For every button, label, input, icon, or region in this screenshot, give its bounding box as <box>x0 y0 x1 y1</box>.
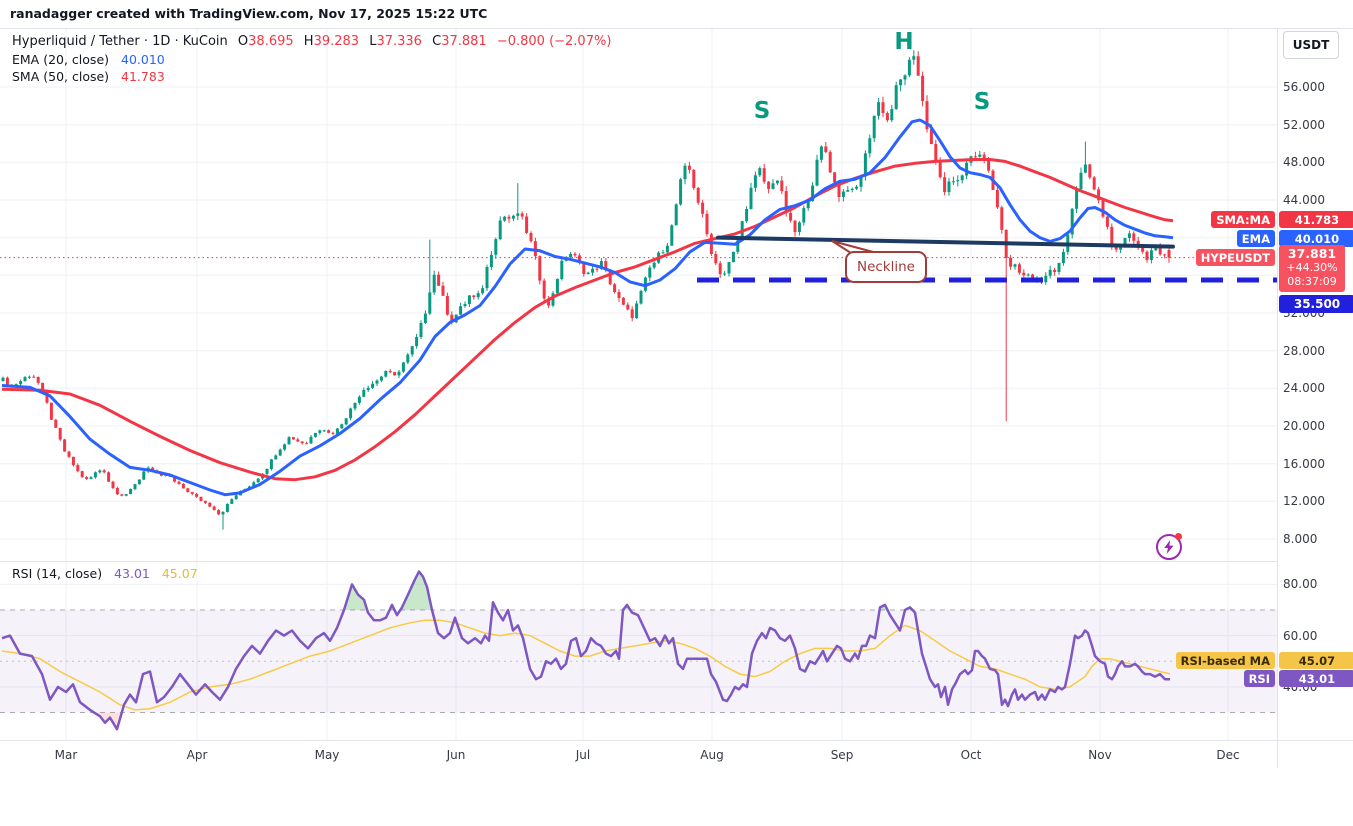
chart-canvas[interactable] <box>0 0 1353 826</box>
time-tick: Sep <box>831 748 854 762</box>
lightning-bolt-icon <box>1163 540 1175 554</box>
time-tick: Aug <box>700 748 723 762</box>
high-label: H <box>304 34 314 49</box>
ema-legend-row[interactable]: EMA (20, close) 40.010 <box>12 52 165 67</box>
symbol-title[interactable]: Hyperliquid / Tether · 1D · KuCoin <box>12 34 228 49</box>
rsi-band <box>0 610 1277 713</box>
time-tick: Nov <box>1088 748 1111 762</box>
price-tick: 24.000 <box>1283 381 1325 395</box>
rsi-label[interactable]: RSI (14, close) <box>12 566 102 581</box>
sma-legend-row[interactable]: SMA (50, close) 41.783 <box>12 69 165 84</box>
attribution-text: ranadagger created with TradingView.com,… <box>10 6 487 21</box>
notification-dot <box>1175 533 1182 540</box>
bar-countdown: 08:37:09 <box>1279 275 1345 289</box>
high-value: 39.283 <box>314 34 360 49</box>
time-tick: Oct <box>961 748 982 762</box>
ema-line[interactable] <box>2 120 1173 495</box>
time-tick: Apr <box>187 748 208 762</box>
axis-left-border <box>1277 28 1278 768</box>
time-tick: Dec <box>1216 748 1239 762</box>
symbol-legend-row[interactable]: Hyperliquid / Tether · 1D · KuCoin O38.6… <box>12 34 611 49</box>
sma-label[interactable]: SMA (50, close) <box>12 69 109 84</box>
footer-bar: TradingView <box>0 768 1353 826</box>
sma-tag-badge: SMA:MA <box>1211 211 1275 228</box>
sma-value: 41.783 <box>121 69 165 84</box>
chart-top-border <box>0 28 1353 29</box>
price-tick: 16.000 <box>1283 457 1325 471</box>
close-value: 37.881 <box>441 34 487 49</box>
pane-separator[interactable] <box>0 561 1277 562</box>
sma-value-badge: 41.783 <box>1279 211 1353 228</box>
time-tick: May <box>315 748 340 762</box>
rsi-tick: 80.00 <box>1283 577 1317 591</box>
time-tick: Jun <box>447 748 466 762</box>
rsi-value-badge: 43.01 <box>1279 670 1353 687</box>
open-value: 38.695 <box>248 34 294 49</box>
last-price-badge: 37.881 +44.30% 08:37:09 <box>1279 245 1345 292</box>
right-shoulder-label[interactable]: S <box>974 89 991 115</box>
neckline-callout[interactable]: Neckline <box>845 251 927 283</box>
rsi-ma-tag-badge: RSI-based MA <box>1176 652 1275 669</box>
rsi-tag-badge: RSI <box>1244 670 1275 687</box>
rsi-value: 43.01 <box>114 566 150 581</box>
change-percent: +44.30% <box>1279 261 1345 275</box>
rsi-tick: 60.00 <box>1283 629 1317 643</box>
ema-tag-badge: EMA <box>1237 230 1275 247</box>
rsi-legend-row[interactable]: RSI (14, close) 43.01 45.07 <box>12 566 198 581</box>
price-tick: 56.000 <box>1283 80 1325 94</box>
price-tick: 12.000 <box>1283 494 1325 508</box>
neckline-trendline[interactable] <box>718 238 1173 247</box>
rsi-ma-value-badge: 45.07 <box>1279 652 1353 669</box>
last-price: 37.881 <box>1279 247 1345 261</box>
price-tick: 44.000 <box>1283 193 1325 207</box>
tradingview-chart-page: { "header": { "attribution": "ranadagger… <box>0 0 1353 826</box>
currency-button[interactable]: USDT <box>1283 31 1339 59</box>
ema-label[interactable]: EMA (20, close) <box>12 52 109 67</box>
time-tick: Jul <box>576 748 590 762</box>
price-tick: 20.000 <box>1283 419 1325 433</box>
symbol-tag-badge: HYPEUSDT <box>1196 249 1275 266</box>
close-label: C <box>432 34 441 49</box>
candlestick-series[interactable] <box>2 50 1171 529</box>
low-value: 37.336 <box>376 34 422 49</box>
time-tick: Mar <box>55 748 78 762</box>
time-axis-top-border <box>0 740 1353 741</box>
price-tick: 28.000 <box>1283 344 1325 358</box>
price-tick: 52.000 <box>1283 118 1325 132</box>
change-value: −0.800 (−2.07%) <box>497 34 612 49</box>
price-tick: 48.000 <box>1283 155 1325 169</box>
head-label[interactable]: H <box>894 29 913 55</box>
price-tick: 8.000 <box>1283 532 1317 546</box>
rsi-ma-value: 45.07 <box>162 566 198 581</box>
support-price-badge: 35.500 <box>1279 295 1353 313</box>
left-shoulder-label[interactable]: S <box>754 98 771 124</box>
open-label: O <box>238 34 248 49</box>
ema-value: 40.010 <box>121 52 165 67</box>
